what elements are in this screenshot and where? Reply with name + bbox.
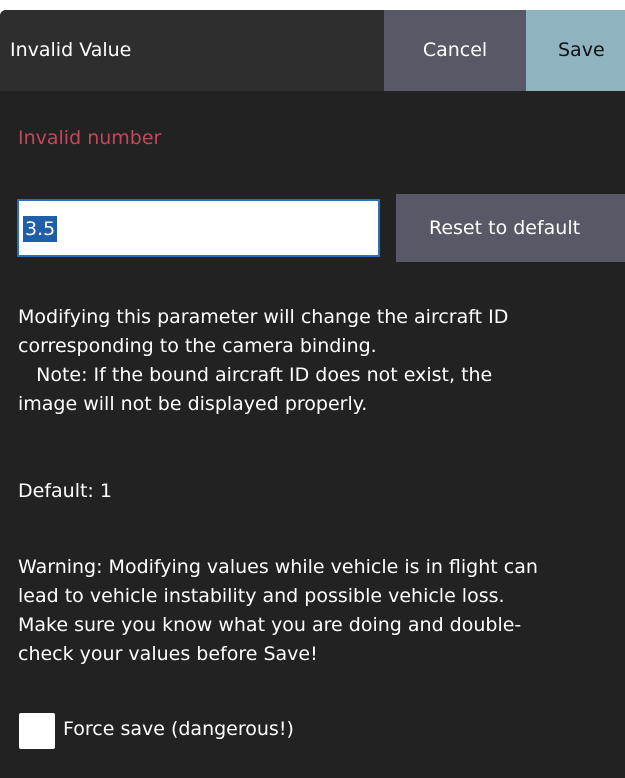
warning-line: Make sure you know what you are doing an… [18, 614, 522, 636]
description-line: corresponding to the camera binding. [18, 335, 377, 357]
description-line: Modifying this parameter will change the… [18, 306, 509, 328]
validation-error: Invalid number [18, 127, 162, 149]
force-save-label[interactable]: Force save (dangerous!) [63, 715, 294, 744]
warning-line: check your values before Save! [18, 643, 318, 665]
parameter-edit-dialog: Invalid Value Cancel Save Invalid number… [0, 10, 625, 778]
default-value-text: Default: 1 [18, 480, 112, 502]
dialog-header: Invalid Value Cancel Save [0, 10, 625, 91]
warning-line: lead to vehicle instability and possible… [18, 585, 505, 607]
dialog-title: Invalid Value [10, 39, 132, 61]
flight-warning: Warning: Modifying values while vehicle … [18, 553, 538, 669]
force-save-checkbox[interactable] [19, 713, 55, 749]
description-line: image will not be displayed properly. [18, 393, 368, 415]
reset-to-default-button[interactable]: Reset to default [396, 194, 625, 262]
value-input[interactable]: 3.5 [17, 199, 380, 257]
description-line: Note: If the bound aircraft ID does not … [18, 364, 493, 386]
value-input-selected-text: 3.5 [23, 216, 58, 242]
cancel-button[interactable]: Cancel [384, 10, 526, 91]
warning-line: Warning: Modifying values while vehicle … [18, 556, 538, 578]
save-button[interactable]: Save [526, 10, 625, 91]
parameter-description: Modifying this parameter will change the… [18, 303, 508, 419]
